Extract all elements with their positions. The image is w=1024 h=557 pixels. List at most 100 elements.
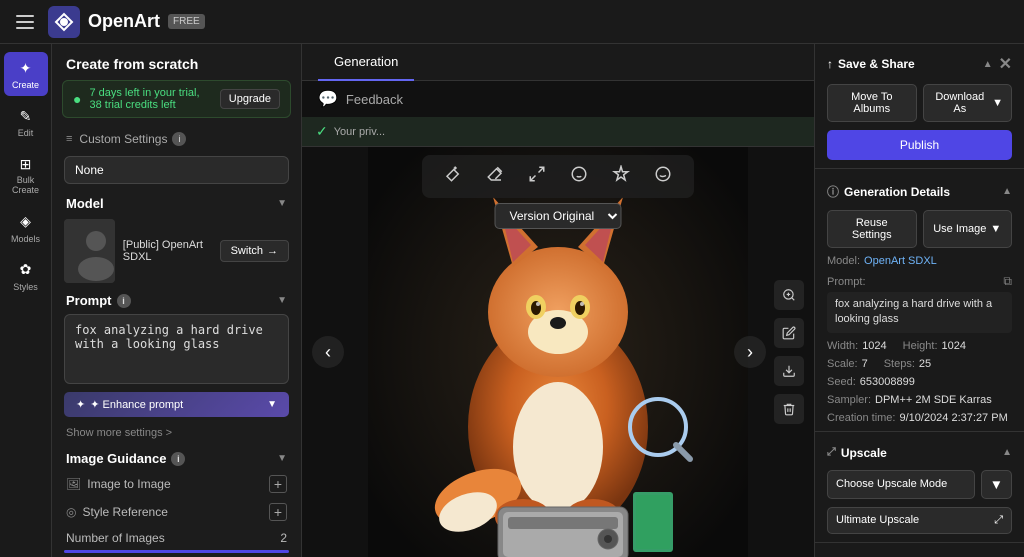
show-more-settings[interactable]: Show more settings > — [52, 421, 301, 445]
sidebar-item-bulk-create[interactable]: ⊞ BulkCreate — [4, 148, 48, 202]
prompt-detail-block: Prompt: ⧉ fox analyzing a hard drive wit… — [815, 270, 1024, 337]
image-guidance-section: Image Guidance i ▼ — [52, 445, 301, 470]
choose-upscale-button[interactable]: Choose Upscale Mode — [827, 470, 975, 499]
generation-details-header: ⓘ Generation Details ▲ — [815, 173, 1024, 206]
enhance-prompt-button[interactable]: ✦ ✦ Enhance prompt ▼ — [64, 392, 289, 417]
prev-image-button[interactable]: ‹ — [312, 336, 344, 368]
ultimate-upscale-button[interactable]: Ultimate Upscale ⤢ — [827, 507, 1012, 534]
hamburger-menu[interactable] — [12, 11, 38, 33]
ultimate-upscale-icon: ⤢ — [994, 514, 1003, 527]
use-image-button[interactable]: Use Image ▼ — [923, 210, 1013, 248]
edit-icon: ✎ — [16, 106, 36, 126]
model-chevron-icon: ▼ — [277, 198, 287, 209]
add-image-to-image-button[interactable]: + — [269, 475, 287, 493]
save-share-collapse-icon[interactable]: ▲ — [983, 59, 993, 70]
tab-generation[interactable]: Generation — [318, 44, 414, 81]
info-circle-icon: ⓘ — [827, 183, 839, 200]
close-button[interactable]: ✕ — [999, 54, 1012, 74]
edit-image-button[interactable] — [774, 318, 804, 348]
width-key: Width: — [827, 340, 858, 352]
privacy-banner: ✓ Your priv... — [302, 117, 814, 147]
style-reference-row: ◎ Style Reference + — [52, 498, 301, 526]
sidebar-item-models[interactable]: ◈ Models — [4, 206, 48, 250]
bulk-create-icon: ⊞ — [16, 154, 36, 174]
next-image-button[interactable]: › — [734, 336, 766, 368]
steps-value: 25 — [919, 358, 931, 370]
enhance-dropdown-icon: ▼ — [267, 399, 277, 410]
steps-key: Steps: — [884, 358, 915, 370]
feedback-label[interactable]: Feedback — [346, 92, 403, 107]
image-toolbar — [422, 155, 694, 198]
sidebar-item-create[interactable]: ✦ Create — [4, 52, 48, 96]
gen-details-collapse-icon[interactable]: ▲ — [1002, 186, 1012, 197]
emoji-toolbar-button[interactable] — [646, 161, 680, 192]
wand-toolbar-button[interactable] — [436, 161, 470, 192]
style-reference-icon: ◎ — [66, 505, 76, 519]
eraser-toolbar-button[interactable] — [478, 161, 512, 192]
sidebar-item-bulk-label: BulkCreate — [12, 176, 39, 196]
gen-details-title-row: ⓘ Generation Details — [827, 183, 950, 200]
image-guidance-chevron-icon: ▼ — [277, 453, 287, 464]
privacy-check-icon: ✓ — [316, 123, 328, 140]
sidebar-item-edit[interactable]: ✎ Edit — [4, 100, 48, 144]
copy-prompt-icon[interactable]: ⧉ — [1003, 274, 1012, 289]
upscale-dropdown-button[interactable]: ▼ — [981, 470, 1012, 499]
sampler-value: DPM++ 2M SDE Karras — [875, 394, 992, 406]
save-actions-row: Move To Albums Download As ▼ — [815, 80, 1024, 126]
trial-banner: ● 7 days left in your trial, 38 trial cr… — [62, 80, 291, 118]
save-share-title: Save & Share — [838, 57, 915, 71]
choose-upscale-row: Choose Upscale Mode ▼ — [815, 466, 1024, 503]
custom-settings-info-icon[interactable]: i — [172, 132, 186, 146]
scale-value: 7 — [862, 358, 868, 370]
switch-model-button[interactable]: Switch → — [220, 240, 289, 262]
prompt-key: Prompt: — [827, 276, 866, 288]
move-to-albums-button[interactable]: Move To Albums — [827, 84, 917, 122]
save-share-title-row: ↑ Save & Share — [827, 57, 915, 71]
image-side-tools — [774, 280, 804, 424]
delete-image-button[interactable] — [774, 394, 804, 424]
models-icon: ◈ — [16, 212, 36, 232]
face-toolbar-button[interactable] — [562, 161, 596, 192]
sidebar-item-styles[interactable]: ✿ Styles — [4, 254, 48, 298]
message-icon: 💬 — [318, 89, 338, 109]
download-as-button[interactable]: Download As ▼ — [923, 84, 1013, 122]
share-icon: ↑ — [827, 57, 833, 71]
upscale-title: Upscale — [841, 446, 887, 460]
style-reference-label: Style Reference — [82, 505, 167, 519]
upscale-collapse-icon[interactable]: ▲ — [1002, 447, 1012, 458]
image-guidance-info-icon[interactable]: i — [171, 452, 185, 466]
sidebar-item-create-label: Create — [12, 80, 39, 90]
num-images-slider[interactable] — [64, 550, 289, 553]
upgrade-button[interactable]: Upgrade — [220, 89, 280, 109]
logo-icon — [48, 6, 80, 38]
expand-toolbar-button[interactable] — [520, 161, 554, 192]
feedback-section: 💬 Feedback — [302, 81, 814, 117]
upscale-section-header: ⤢ Upscale ▲ — [815, 436, 1024, 466]
create-from-scratch-title: Create from scratch — [52, 44, 301, 80]
prompt-chevron-icon: ▼ — [277, 295, 287, 306]
right-panel: ↑ Save & Share ▲ ✕ Move To Albums Downlo… — [814, 44, 1024, 557]
version-select[interactable]: Version Original — [495, 203, 622, 229]
sidebar-item-edit-label: Edit — [18, 128, 34, 138]
scale-key: Scale: — [827, 358, 858, 370]
reuse-settings-button[interactable]: Reuse Settings — [827, 210, 917, 248]
prompt-input[interactable]: fox analyzing a hard drive with a lookin… — [64, 314, 289, 384]
version-select-row: Version Original — [495, 203, 622, 229]
creation-value: 9/10/2024 2:37:27 PM — [899, 412, 1007, 424]
zoom-button[interactable] — [774, 280, 804, 310]
prompt-info-icon[interactable]: i — [117, 294, 131, 308]
creation-time-row: Creation time: 9/10/2024 2:37:27 PM — [815, 409, 1024, 427]
add-style-reference-button[interactable]: + — [269, 503, 287, 521]
publish-button[interactable]: Publish — [827, 130, 1012, 160]
model-section: Model ▼ — [52, 188, 301, 215]
dimensions-row: Width: 1024 Height: 1024 — [815, 337, 1024, 355]
switch-arrow-icon: → — [267, 245, 278, 257]
num-images-value: 2 — [280, 531, 287, 545]
download-image-button[interactable] — [774, 356, 804, 386]
model-value-link[interactable]: OpenArt SDXL — [864, 255, 937, 267]
image-to-image-row: 🖼 Image to Image + — [52, 470, 301, 498]
divider-1 — [815, 168, 1024, 169]
custom-settings-select[interactable]: None — [64, 156, 289, 184]
enhance-toolbar-button[interactable] — [604, 161, 638, 192]
upscale-title-row: ⤢ Upscale — [827, 446, 887, 460]
